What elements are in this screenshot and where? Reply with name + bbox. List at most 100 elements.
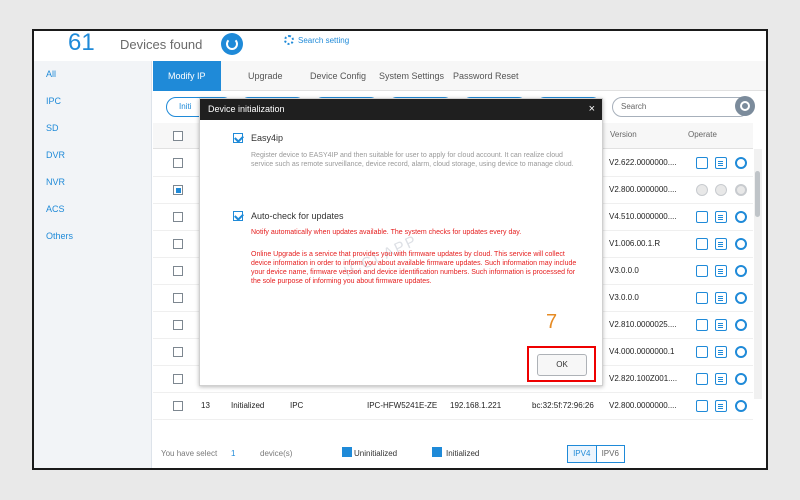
version-cell: V3.0.0.0	[609, 266, 639, 275]
table-row-13[interactable]: 13 Initialized IPC IPC-HFW5241E-ZE 192.1…	[153, 393, 753, 420]
details-icon	[715, 184, 727, 196]
details-icon[interactable]	[715, 238, 727, 250]
ok-button[interactable]: OK	[537, 354, 587, 376]
edit-icon[interactable]	[696, 319, 708, 331]
row-checkbox[interactable]	[173, 239, 183, 249]
sidebar-item-sd[interactable]: SD	[34, 115, 151, 142]
edit-icon[interactable]	[696, 157, 708, 169]
mac-cell: bc:32:5f:72:96:26	[532, 401, 594, 410]
initialized-label: Initialized	[446, 449, 480, 458]
row-checkbox-selected[interactable]	[173, 185, 183, 195]
tab-modify-ip[interactable]: Modify IP	[153, 61, 221, 91]
web-icon[interactable]	[735, 211, 747, 223]
version-cell: V2.622.0000000....	[609, 158, 677, 167]
edit-icon[interactable]	[696, 346, 708, 358]
sidebar-item-all[interactable]: All	[34, 61, 151, 88]
row-checkbox[interactable]	[173, 266, 183, 276]
details-icon[interactable]	[715, 319, 727, 331]
autocheck-label: Auto-check for updates	[251, 211, 344, 221]
web-icon[interactable]	[735, 319, 747, 331]
autocheck-warning: Notify automatically when updates availa…	[251, 229, 522, 236]
edit-icon[interactable]	[696, 373, 708, 385]
table-scrollbar[interactable]	[754, 149, 762, 399]
details-icon[interactable]	[715, 346, 727, 358]
details-icon[interactable]	[715, 292, 727, 304]
device-initialization-dialog: Device initialization × ICCI APP Easy4ip…	[199, 98, 603, 386]
uninitialized-label: Uninitialized	[354, 449, 398, 458]
edit-icon[interactable]	[696, 400, 708, 412]
edit-icon[interactable]	[696, 292, 708, 304]
dialog-title-bar: Device initialization ×	[200, 99, 602, 120]
details-icon[interactable]	[715, 157, 727, 169]
tab-system-settings[interactable]: System Settings	[379, 61, 444, 91]
model-cell: IPC-HFW5241E-ZE	[367, 401, 438, 410]
row-checkbox[interactable]	[173, 212, 183, 222]
web-icon[interactable]	[735, 373, 747, 385]
status-cell: Initialized	[231, 401, 265, 410]
sidebar-item-others[interactable]: Others	[34, 223, 151, 250]
selected-suffix-text: device(s)	[260, 449, 293, 458]
close-icon[interactable]: ×	[589, 99, 595, 120]
edit-icon[interactable]	[696, 211, 708, 223]
web-icon[interactable]	[735, 292, 747, 304]
web-icon[interactable]	[735, 157, 747, 169]
version-cell: V4.510.0000000....	[609, 212, 677, 221]
edit-icon[interactable]	[696, 265, 708, 277]
search-icon[interactable]	[735, 96, 755, 116]
footer-bar: You have select 1 device(s) Uninitialize…	[153, 435, 766, 468]
edit-icon[interactable]	[696, 238, 708, 250]
details-icon[interactable]	[715, 400, 727, 412]
sidebar-item-dvr[interactable]: DVR	[34, 142, 151, 169]
tab-upgrade[interactable]: Upgrade	[248, 61, 283, 91]
scroll-thumb[interactable]	[755, 171, 760, 217]
refresh-icon[interactable]	[221, 33, 243, 55]
search-setting-link[interactable]: Search setting	[284, 35, 349, 45]
top-bar: 61 Devices found Search setting	[34, 31, 766, 61]
row-checkbox[interactable]	[173, 293, 183, 303]
sidebar-item-acs[interactable]: ACS	[34, 196, 151, 223]
web-icon[interactable]	[735, 346, 747, 358]
operate-column-header: Operate	[688, 130, 717, 139]
details-icon[interactable]	[715, 373, 727, 385]
type-cell: IPC	[290, 401, 304, 410]
easy4ip-label: Easy4ip	[251, 133, 284, 143]
version-cell: V2.800.0000000....	[609, 185, 677, 194]
ipv4-toggle[interactable]: IPV4	[568, 446, 597, 462]
search-input[interactable]: Search	[612, 97, 749, 117]
web-icon[interactable]	[735, 400, 747, 412]
version-cell: V2.800.0000000....	[609, 401, 677, 410]
device-count: 61	[68, 29, 95, 56]
gear-icon	[284, 35, 294, 45]
ipv6-toggle[interactable]: IPV6	[597, 446, 625, 462]
details-icon[interactable]	[715, 265, 727, 277]
online-upgrade-text: Online Upgrade is a service that provide…	[251, 251, 577, 285]
version-cell: V2.820.100Z001....	[609, 374, 678, 383]
row-checkbox[interactable]	[173, 401, 183, 411]
easy4ip-checkbox[interactable]	[233, 133, 243, 143]
tab-device-config[interactable]: Device Config	[310, 61, 366, 91]
web-icon	[735, 184, 747, 196]
devices-found-label: Devices found	[120, 37, 203, 52]
row-checkbox[interactable]	[173, 347, 183, 357]
function-tabs: Modify IP Upgrade Device Config System S…	[153, 61, 766, 91]
row-checkbox[interactable]	[173, 158, 183, 168]
details-icon[interactable]	[715, 211, 727, 223]
autocheck-checkbox[interactable]	[233, 211, 243, 221]
row-checkbox[interactable]	[173, 374, 183, 384]
search-setting-label: Search setting	[298, 35, 350, 45]
ip-cell: 192.168.1.221	[450, 401, 502, 410]
version-cell: V4.000.0000000.1	[609, 347, 675, 356]
select-all-checkbox[interactable]	[173, 131, 183, 141]
web-icon[interactable]	[735, 265, 747, 277]
sidebar-item-nvr[interactable]: NVR	[34, 169, 151, 196]
easy4ip-description: Register device to EASY4IP and then suit…	[251, 152, 574, 168]
dialog-title: Device initialization	[208, 104, 285, 114]
initialized-color-icon	[432, 447, 442, 457]
device-category-sidebar: All IPC SD DVR NVR ACS Others	[34, 61, 152, 468]
uninitialized-color-icon	[342, 447, 352, 457]
sidebar-item-ipc[interactable]: IPC	[34, 88, 151, 115]
tab-password-reset[interactable]: Password Reset	[453, 61, 519, 91]
row-number: 13	[201, 401, 210, 410]
web-icon[interactable]	[735, 238, 747, 250]
row-checkbox[interactable]	[173, 320, 183, 330]
